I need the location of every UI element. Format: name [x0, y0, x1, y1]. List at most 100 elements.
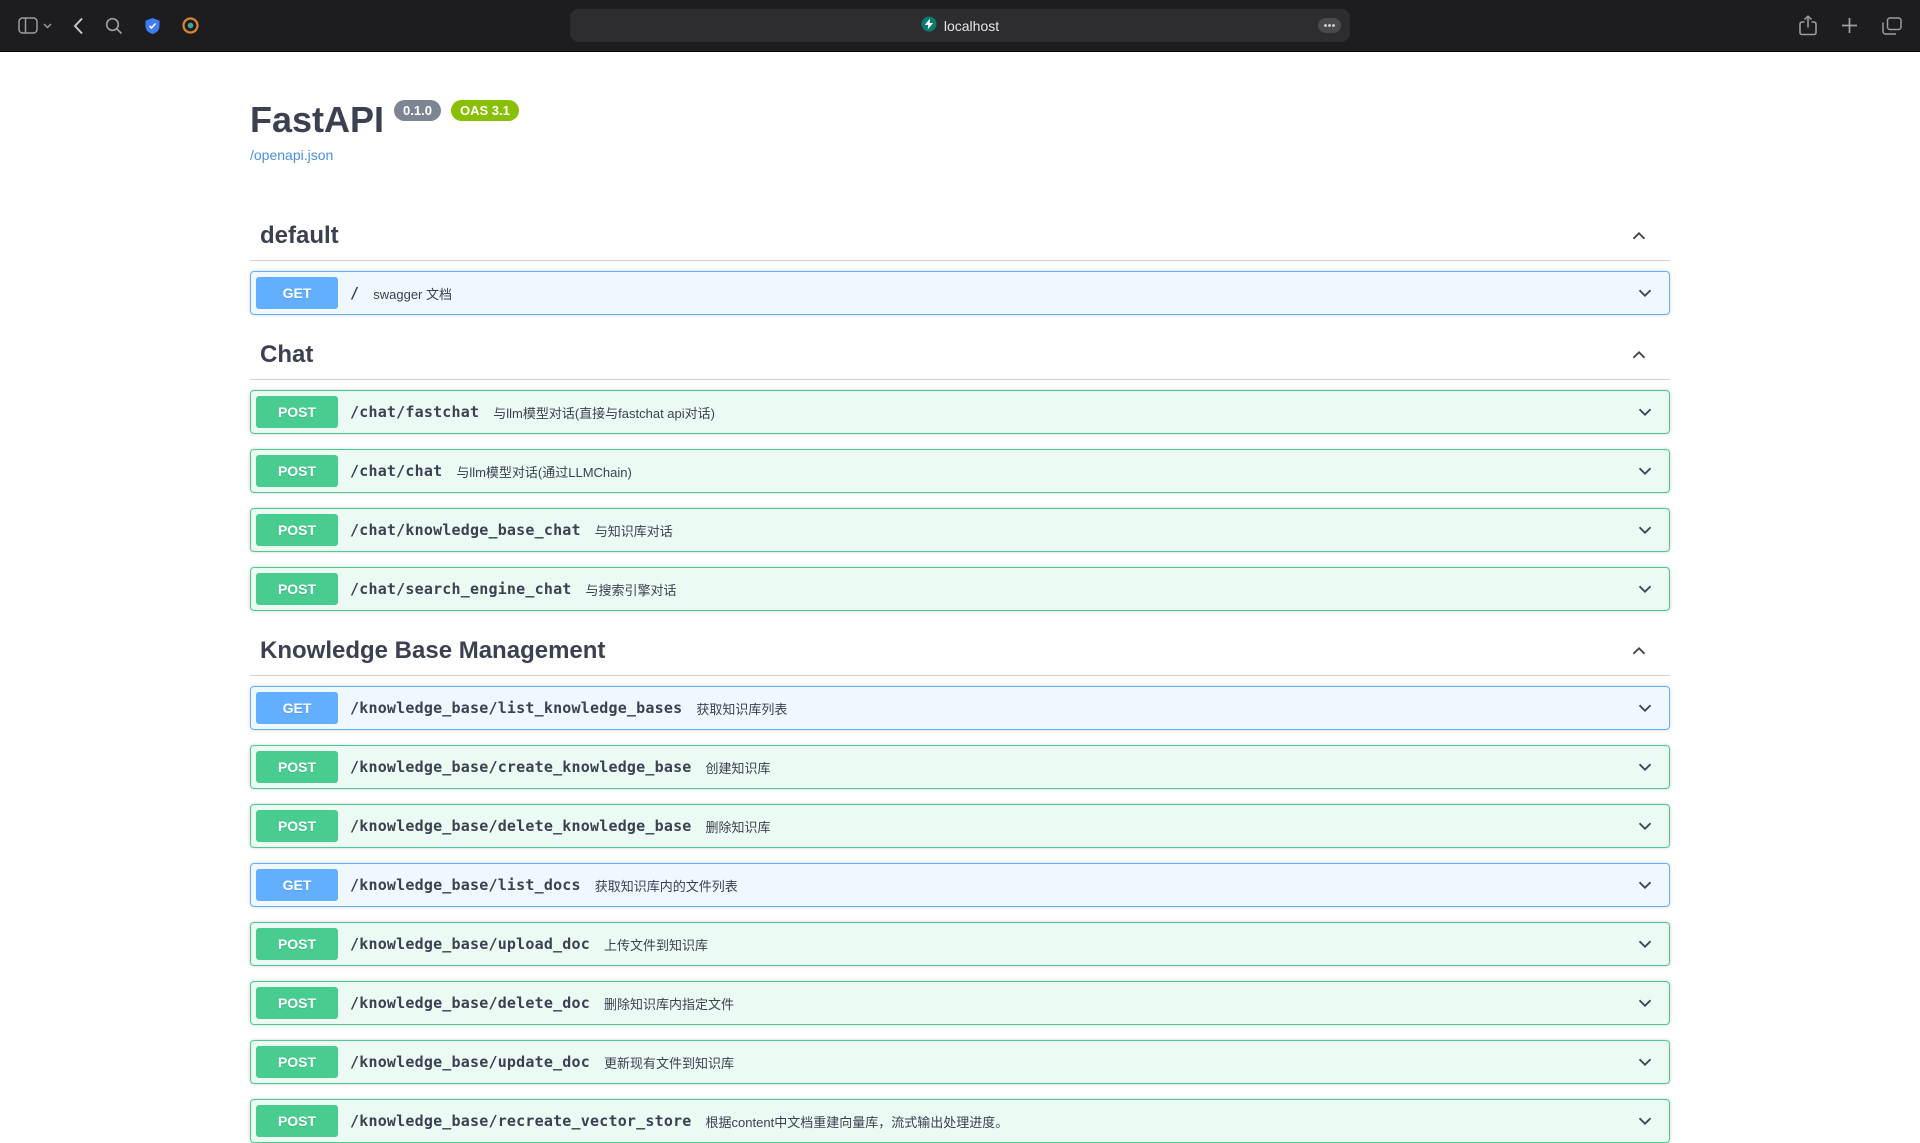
api-info: FastAPI 0.1.0 OAS 3.1 /openapi.json — [250, 52, 1670, 165]
operation-path: /knowledge_base/list_docs — [350, 876, 581, 894]
method-badge: POST — [256, 573, 338, 605]
operation-row[interactable]: POST /knowledge_base/create_knowledge_ba… — [250, 745, 1670, 789]
operation-row[interactable]: POST /knowledge_base/delete_doc 删除知识库内指定… — [250, 981, 1670, 1025]
plus-icon — [1841, 17, 1858, 34]
operation-row[interactable]: GET /knowledge_base/list_knowledge_bases… — [250, 686, 1670, 730]
operation-path: /knowledge_base/delete_doc — [350, 994, 590, 1012]
extension-button-1[interactable] — [144, 17, 161, 35]
new-tab-button[interactable] — [1841, 17, 1858, 34]
chevron-down-icon — [1634, 756, 1656, 778]
method-badge: POST — [256, 514, 338, 546]
operation-row[interactable]: POST /knowledge_base/delete_knowledge_ba… — [250, 804, 1670, 848]
tab-overview-icon — [1882, 17, 1902, 35]
operation-path: /knowledge_base/create_knowledge_base — [350, 758, 692, 776]
chevron-down-icon — [1634, 519, 1656, 541]
address-bar[interactable]: localhost — [570, 9, 1350, 42]
back-button[interactable] — [73, 17, 84, 35]
operation-row[interactable]: POST /chat/search_engine_chat 与搜索引擎对话 — [250, 567, 1670, 611]
section-header-knowledge-base[interactable]: Knowledge Base Management — [250, 626, 1670, 676]
chevron-down-icon — [1634, 992, 1656, 1014]
operation-row[interactable]: POST /chat/fastchat 与llm模型对话(直接与fastchat… — [250, 390, 1670, 434]
url-text: localhost — [944, 18, 999, 34]
operation-path: /knowledge_base/upload_doc — [350, 935, 590, 953]
operations-list: GET /knowledge_base/list_knowledge_bases… — [250, 686, 1670, 1143]
section-title: Knowledge Base Management — [260, 636, 605, 665]
chevron-down-icon — [1634, 1110, 1656, 1132]
method-badge: POST — [256, 455, 338, 487]
sidebar-toggle-button[interactable] — [18, 17, 52, 34]
operation-path: /knowledge_base/delete_knowledge_base — [350, 817, 692, 835]
operation-description: 删除知识库内指定文件 — [604, 994, 734, 1013]
toolbar-center-group: localhost — [570, 9, 1350, 42]
section-knowledge-base: Knowledge Base Management GET /knowledge… — [250, 626, 1670, 1143]
blue-shield-extension-icon — [144, 17, 161, 35]
operation-row[interactable]: POST /chat/knowledge_base_chat 与知识库对话 — [250, 508, 1670, 552]
operation-description: 与llm模型对话(通过LLMChain) — [456, 462, 632, 481]
chevron-down-icon — [1634, 460, 1656, 482]
page-title: FastAPI 0.1.0 OAS 3.1 — [250, 98, 1670, 141]
operation-path: /chat/knowledge_base_chat — [350, 521, 581, 539]
operation-path: /knowledge_base/recreate_vector_store — [350, 1112, 692, 1130]
browser-toolbar: localhost — [0, 0, 1920, 52]
ellipsis-page-menu-icon[interactable] — [1318, 18, 1341, 33]
sidebar-panel-icon — [18, 17, 38, 34]
operation-description: 与llm模型对话(直接与fastchat api对话) — [493, 403, 715, 422]
method-badge: POST — [256, 1046, 338, 1078]
section-header-chat[interactable]: Chat — [250, 330, 1670, 380]
operations-list: GET / swagger 文档 — [250, 271, 1670, 315]
chevron-down-icon — [1634, 933, 1656, 955]
back-chevron-icon — [73, 17, 84, 35]
operation-description: 上传文件到知识库 — [604, 935, 708, 954]
chevron-down-icon — [1634, 401, 1656, 423]
chevron-down-icon — [1634, 282, 1656, 304]
section-chat: Chat POST /chat/fastchat 与llm模型对话(直接与fas… — [250, 330, 1670, 611]
method-badge: POST — [256, 751, 338, 783]
operation-row[interactable]: POST /chat/chat 与llm模型对话(通过LLMChain) — [250, 449, 1670, 493]
operation-row[interactable]: POST /knowledge_base/upload_doc 上传文件到知识库 — [250, 922, 1670, 966]
operation-row[interactable]: POST /knowledge_base/recreate_vector_sto… — [250, 1099, 1670, 1143]
operation-path: /chat/search_engine_chat — [350, 580, 572, 598]
search-button[interactable] — [105, 17, 123, 35]
chevron-down-icon — [1634, 578, 1656, 600]
operation-path: /chat/fastchat — [350, 403, 479, 421]
chevron-down-icon — [1634, 697, 1656, 719]
openapi-json-link[interactable]: /openapi.json — [250, 147, 333, 164]
operation-description: 根据content中文档重建向量库，流式输出处理进度。 — [706, 1112, 1009, 1131]
chevron-down-icon — [1634, 874, 1656, 896]
chevron-down-icon — [1634, 815, 1656, 837]
swagger-page: FastAPI 0.1.0 OAS 3.1 /openapi.json defa… — [230, 52, 1690, 1143]
operation-row[interactable]: GET /knowledge_base/list_docs 获取知识库内的文件列… — [250, 863, 1670, 907]
share-icon — [1799, 15, 1817, 36]
method-badge: GET — [256, 869, 338, 901]
section-title: Chat — [260, 340, 313, 369]
method-badge: POST — [256, 810, 338, 842]
chevron-up-icon — [1628, 225, 1650, 247]
chevron-up-icon — [1628, 344, 1650, 366]
fastapi-favicon-icon — [921, 16, 937, 35]
operations-list: POST /chat/fastchat 与llm模型对话(直接与fastchat… — [250, 390, 1670, 611]
operation-description: 获取知识库列表 — [696, 699, 787, 718]
method-badge: POST — [256, 987, 338, 1019]
operation-row[interactable]: POST /knowledge_base/update_doc 更新现有文件到知… — [250, 1040, 1670, 1084]
operation-path: / — [350, 284, 359, 302]
chevron-down-icon — [1634, 1051, 1656, 1073]
operation-description: 与知识库对话 — [595, 521, 673, 540]
operation-description: 与搜索引擎对话 — [586, 580, 677, 599]
operation-description: 删除知识库 — [706, 817, 771, 836]
version-badge: 0.1.0 — [394, 100, 441, 121]
extension-button-2[interactable] — [182, 17, 199, 34]
operation-description: 获取知识库内的文件列表 — [595, 876, 738, 895]
section-header-default[interactable]: default — [250, 211, 1670, 261]
operation-description: swagger 文档 — [373, 284, 452, 303]
tab-overview-button[interactable] — [1882, 17, 1902, 35]
operation-path: /knowledge_base/update_doc — [350, 1053, 590, 1071]
share-button[interactable] — [1799, 15, 1817, 36]
section-title: default — [260, 221, 339, 250]
operation-path: /chat/chat — [350, 462, 442, 480]
method-badge: POST — [256, 928, 338, 960]
method-badge: POST — [256, 396, 338, 428]
operation-description: 创建知识库 — [706, 758, 771, 777]
oas-badge: OAS 3.1 — [451, 100, 519, 121]
operation-row[interactable]: GET / swagger 文档 — [250, 271, 1670, 315]
operation-path: /knowledge_base/list_knowledge_bases — [350, 699, 682, 717]
